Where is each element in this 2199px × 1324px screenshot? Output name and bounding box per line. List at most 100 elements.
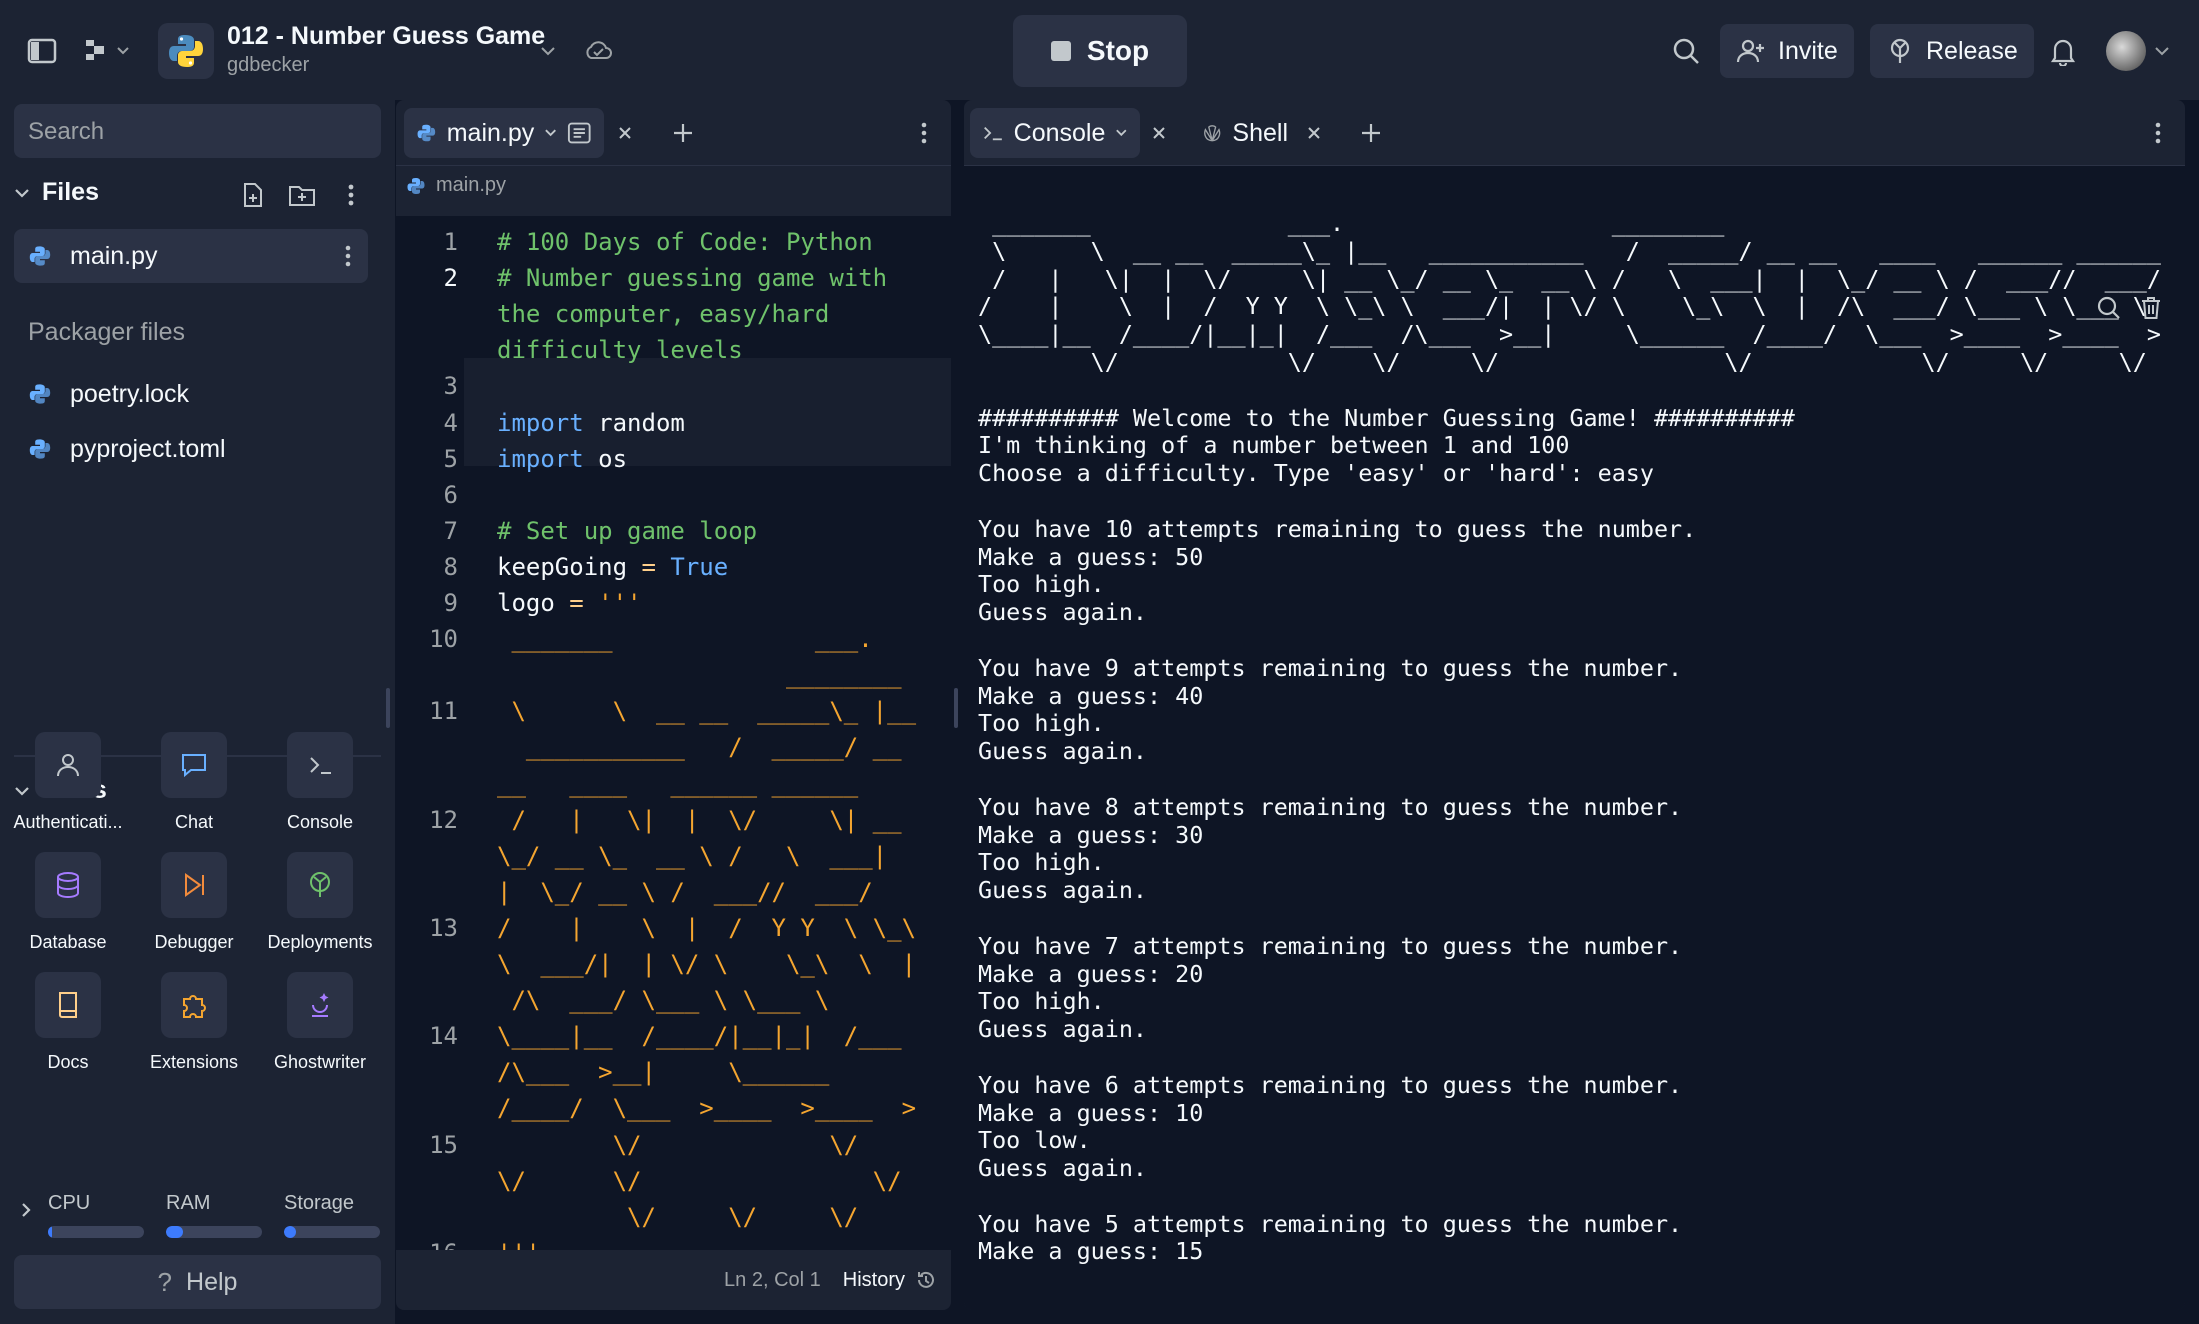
bell-icon[interactable] <box>2046 33 2080 69</box>
sidebar-toggle-icon[interactable] <box>22 31 62 71</box>
tool-label: Database <box>29 932 107 952</box>
console-menu-icon[interactable] <box>2145 118 2171 148</box>
console-pane: Console Shell _______ ___. ________ \ \ … <box>964 100 2185 1310</box>
tab-shell[interactable]: Shell <box>1190 108 1300 158</box>
line-number: 2 <box>443 264 458 293</box>
tab-console[interactable]: Console <box>970 108 1140 158</box>
tool-debugger[interactable]: Debugger <box>134 852 254 953</box>
file-item-poetry-lock[interactable]: poetry.lock <box>14 367 368 421</box>
code-line: \ \ __ __ _____\_ |__ <box>497 697 917 726</box>
close-shell-tab-icon[interactable] <box>1301 120 1327 146</box>
operator: = <box>554 589 599 617</box>
debugger-icon <box>161 852 227 918</box>
code-line: logo = ''' <box>497 589 642 617</box>
resources-expand-icon[interactable] <box>14 1198 38 1222</box>
ram-usage-bar <box>166 1226 262 1238</box>
code-line: # Set up game loop <box>497 516 758 545</box>
chevron-down-icon[interactable] <box>535 38 561 64</box>
identifier: logo <box>497 589 555 617</box>
invite-label: Invite <box>1778 36 1838 65</box>
code-line: keepGoing = True <box>497 553 728 581</box>
tool-database[interactable]: Database <box>8 852 128 953</box>
stop-button-label: Stop <box>1086 35 1150 66</box>
breadcrumb-label: main.py <box>436 174 507 196</box>
database-icon <box>35 852 101 918</box>
tool-console[interactable]: Console <box>260 732 380 833</box>
cpu-usage-bar <box>48 1226 144 1238</box>
clear-console-icon[interactable] <box>2133 290 2169 326</box>
release-button[interactable]: Release <box>1870 24 2034 78</box>
identifier: os <box>583 444 628 473</box>
code-line: the computer, easy/hard <box>497 300 830 329</box>
history-icon <box>918 1271 934 1288</box>
repl-title[interactable]: 012 - Number Guess Game <box>227 22 545 51</box>
files-section-header[interactable]: Files <box>14 178 99 207</box>
line-number: 16 <box>396 1239 458 1250</box>
ram-label: RAM <box>166 1192 211 1214</box>
tool-docs[interactable]: Docs <box>8 972 128 1073</box>
new-folder-icon[interactable] <box>285 178 319 212</box>
close-console-tab-icon[interactable] <box>1146 120 1172 146</box>
console-search-icon[interactable] <box>2091 290 2127 326</box>
avatar-chevron-down-icon[interactable] <box>2150 40 2174 62</box>
python-file-icon <box>29 384 51 404</box>
search-icon[interactable] <box>1668 33 1704 69</box>
history-button[interactable]: History <box>843 1269 937 1292</box>
tool-extensions[interactable]: Extensions <box>134 972 254 1073</box>
close-tab-icon[interactable] <box>612 120 638 146</box>
tool-deployments[interactable]: Deployments <box>260 852 380 953</box>
help-button[interactable]: ? Help <box>14 1255 381 1309</box>
cursor-position[interactable]: Ln 2, Col 1 <box>724 1269 821 1292</box>
editor-menu-icon[interactable] <box>911 118 937 148</box>
files-menu-icon[interactable] <box>334 178 368 212</box>
file-item-menu-icon[interactable] <box>334 241 362 271</box>
release-icon <box>1890 38 1910 63</box>
breadcrumb[interactable]: main.py <box>406 174 506 197</box>
code-line: __ ____ ______ ______ <box>497 769 859 798</box>
literal: True <box>670 552 729 581</box>
line-number: 12 <box>429 805 458 834</box>
tool-authenticati[interactable]: Authenticati... <box>8 732 128 833</box>
ghostwriter-icon <box>287 972 353 1038</box>
python-logo-icon[interactable] <box>158 23 214 79</box>
code-line: ___________ / _____/ __ <box>497 733 902 762</box>
file-item-label: pyproject.toml <box>70 434 226 463</box>
new-tab-icon[interactable] <box>1356 118 1386 148</box>
tool-ghostwriter[interactable]: Ghostwriter <box>260 972 380 1073</box>
line-number: 11 <box>429 697 458 726</box>
tool-chat[interactable]: Chat <box>134 732 254 833</box>
chat-icon <box>161 732 227 798</box>
identifier: random <box>583 408 685 437</box>
code-line: /\ ___/ \___ \ \___ \ <box>497 986 830 1015</box>
keyword: import <box>497 408 584 437</box>
deployments-icon <box>287 852 353 918</box>
pane-resize-handle[interactable] <box>954 688 958 728</box>
code-editor[interactable]: 1 # 100 Days of Code: Python 2 # Number gue… <box>396 216 951 1250</box>
code-line: \/ \/ \/ <box>497 1166 902 1195</box>
user-icon <box>35 732 101 798</box>
sidebar-resize-handle[interactable] <box>386 688 390 728</box>
cloud-check-icon[interactable] <box>580 34 616 66</box>
code-line: \/ \/ \/ <box>497 1202 859 1231</box>
file-item-main-py[interactable]: main.py <box>14 229 368 283</box>
code-line: /____/ \___ >____ >____ > <box>497 1094 917 1123</box>
invite-button[interactable]: Invite <box>1720 24 1854 78</box>
shell-icon <box>1204 125 1221 142</box>
repl-owner[interactable]: gdbecker <box>227 54 309 77</box>
file-item-pyproject-toml[interactable]: pyproject.toml <box>14 422 368 476</box>
workspace-menu-icon[interactable] <box>80 31 136 71</box>
sidebar-search-input[interactable]: Search <box>14 104 381 158</box>
avatar[interactable] <box>2106 31 2146 71</box>
code-line: \/ \/ <box>497 1130 859 1159</box>
line-number: 14 <box>429 1022 458 1051</box>
chevron-down-icon <box>1116 129 1127 137</box>
chevron-down-icon <box>15 188 29 198</box>
storage-usage-bar <box>284 1226 380 1238</box>
new-tab-icon[interactable] <box>668 118 698 148</box>
line-number: 15 <box>429 1130 458 1159</box>
files-title: Files <box>42 178 99 206</box>
stop-button[interactable]: Stop <box>1013 15 1187 87</box>
tab-main-py[interactable]: main.py <box>404 108 604 158</box>
console-output-area[interactable]: _______ ___. ________ \ \ __ __ _____\_ … <box>964 166 2185 1310</box>
new-file-icon[interactable] <box>236 178 270 212</box>
